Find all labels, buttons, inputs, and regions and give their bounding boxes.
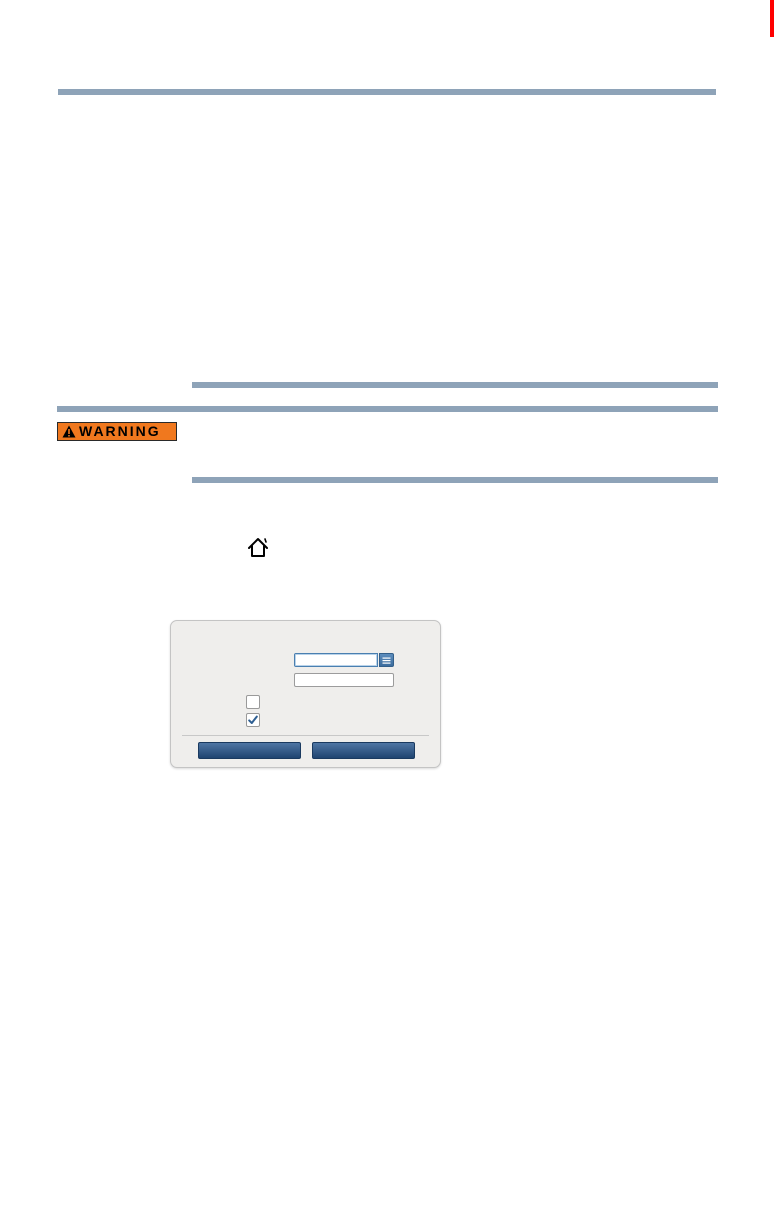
warning-triangle-icon	[62, 425, 76, 438]
header-rule	[58, 89, 716, 95]
home-icon	[246, 536, 270, 560]
warning-badge: WARNING	[57, 422, 177, 441]
warning-label: WARNING	[79, 423, 161, 439]
settings-dialog	[170, 620, 441, 768]
dropdown-select[interactable]	[294, 653, 394, 667]
checkbox-checked[interactable]	[246, 713, 260, 727]
warning-rule-bottom	[192, 477, 718, 483]
dropdown-field[interactable]	[294, 653, 378, 667]
dropdown-button[interactable]	[379, 653, 394, 667]
dialog-button-right[interactable]	[312, 742, 415, 759]
dialog-divider	[182, 735, 429, 736]
crop-mark	[770, 0, 774, 37]
note-rule-top	[192, 382, 718, 388]
warning-rule	[57, 406, 718, 412]
checkbox-unchecked[interactable]	[246, 695, 260, 709]
list-icon	[382, 657, 391, 664]
dialog-button-left[interactable]	[198, 742, 301, 759]
checkmark-icon	[248, 715, 258, 724]
text-input[interactable]	[294, 673, 394, 687]
